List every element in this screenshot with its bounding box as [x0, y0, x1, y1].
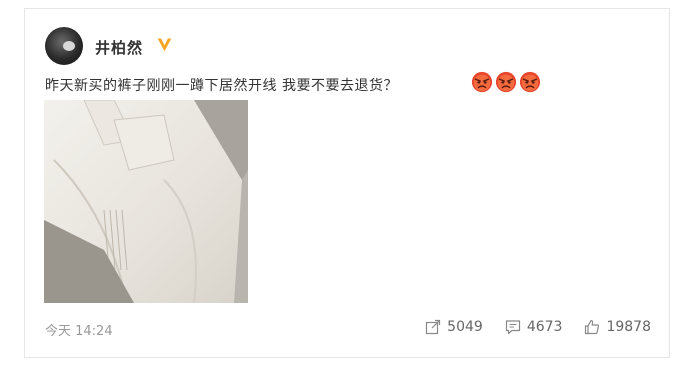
angry-face-icon — [519, 71, 541, 93]
post-text: 昨天新买的裤子刚刚一蹲下居然开线 我要不要去退货？ — [45, 78, 398, 94]
like-button[interactable]: 19878 — [584, 319, 651, 335]
comment-button[interactable]: 4673 — [505, 319, 563, 335]
comment-icon — [505, 320, 520, 335]
emoji-group — [471, 71, 541, 93]
post-timestamp[interactable]: 今天 14:24 — [45, 320, 113, 339]
angry-face-icon — [495, 71, 517, 93]
action-bar: 5049 4673 19878 — [425, 319, 651, 335]
avatar[interactable] — [45, 27, 83, 65]
repost-button[interactable]: 5049 — [425, 319, 483, 335]
angry-face-icon — [471, 71, 493, 93]
pants-photo-illustration — [44, 100, 248, 303]
share-icon — [426, 319, 441, 335]
comment-count: 4673 — [526, 319, 563, 335]
thumbs-up-icon — [585, 319, 600, 335]
like-count: 19878 — [606, 319, 651, 335]
weibo-post-card: 井柏然 昨天新买的裤子刚刚一蹲下居然开线 我要不要去退货？ 今天 14:24 5… — [24, 8, 670, 358]
post-photo[interactable] — [44, 100, 248, 303]
author-name[interactable]: 井柏然 — [95, 37, 143, 58]
verified-badge-icon — [157, 38, 172, 52]
repost-count: 5049 — [447, 319, 483, 335]
